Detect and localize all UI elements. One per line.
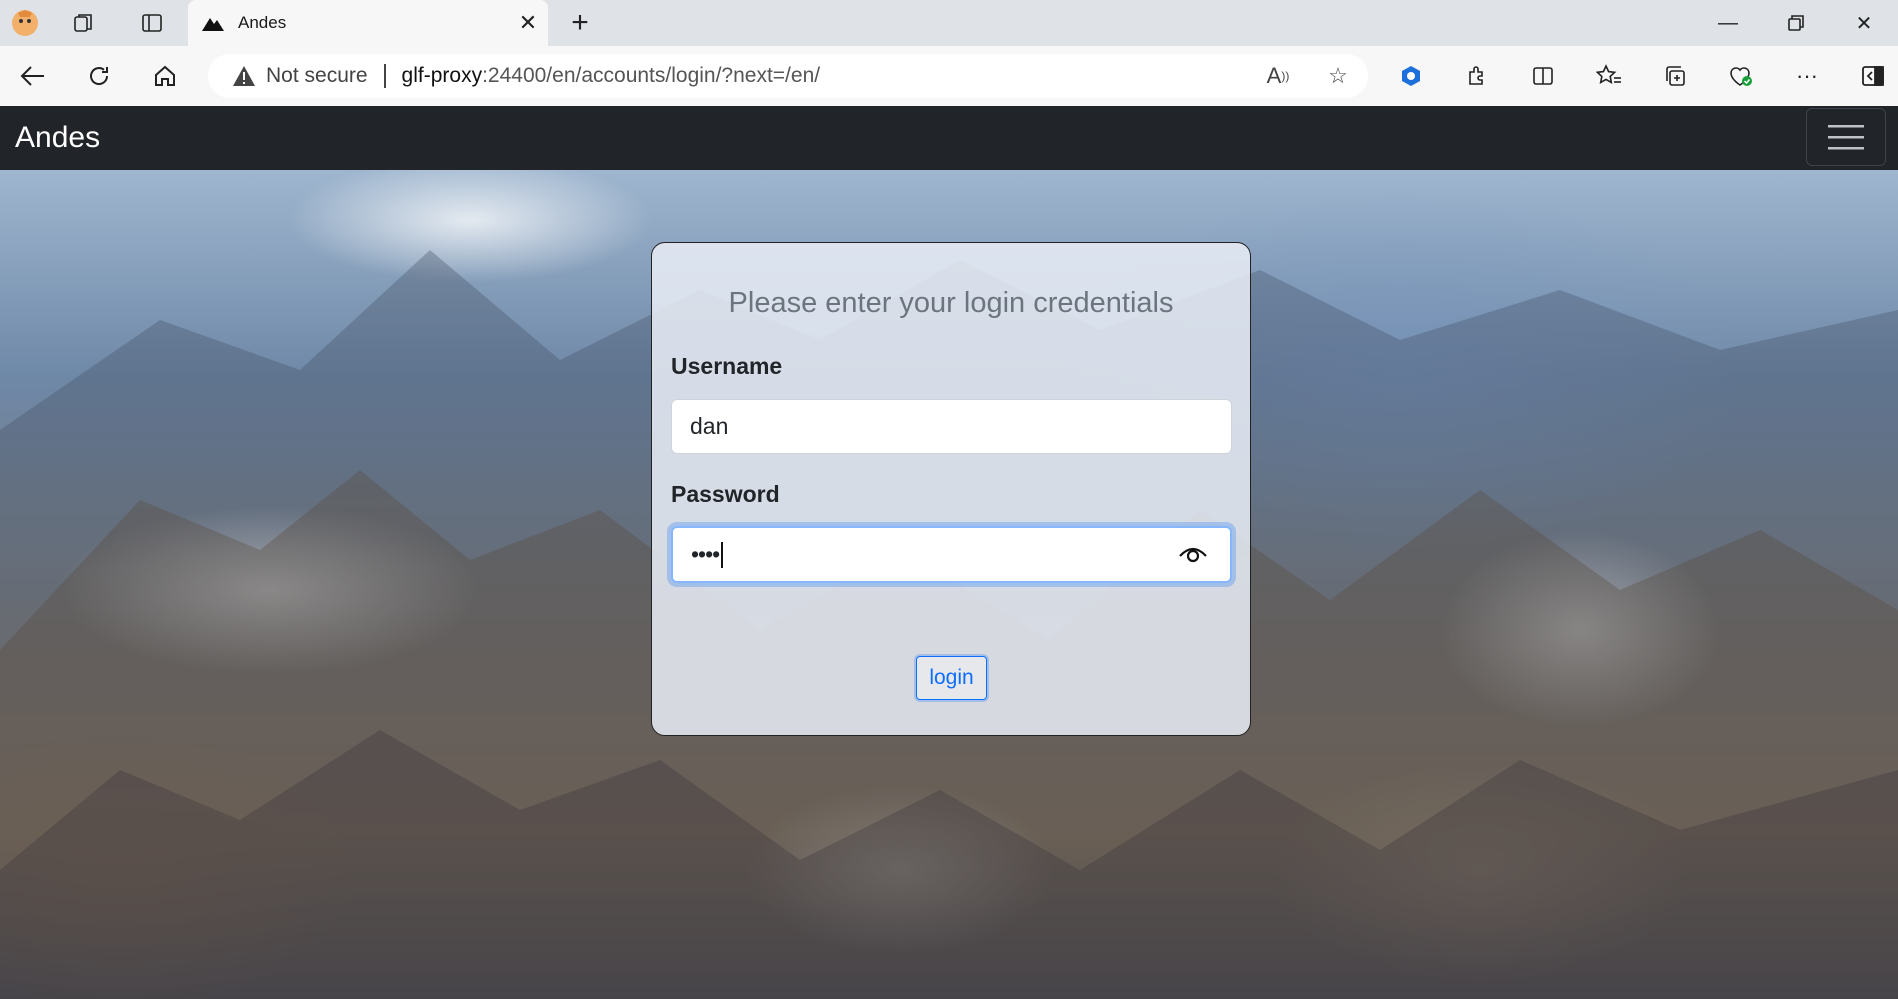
site-navbar: Andes xyxy=(0,106,1898,170)
hamburger-menu-icon xyxy=(1828,125,1864,150)
read-aloud-icon[interactable]: A)) xyxy=(1248,54,1308,98)
navbar-brand[interactable]: Andes xyxy=(15,121,100,155)
navbar-toggler-button[interactable] xyxy=(1806,108,1886,166)
tab-andes[interactable]: Andes ✕ xyxy=(188,0,548,46)
username-label: Username xyxy=(671,353,783,379)
login-button[interactable]: login xyxy=(916,656,987,700)
warning-icon[interactable] xyxy=(232,64,256,88)
username-value: dan xyxy=(690,413,729,439)
url-text[interactable]: glf-proxy:24400/en/accounts/login/?next=… xyxy=(402,64,821,88)
omnibox-actions: A)) ☆ xyxy=(1248,54,1368,98)
restore-icon[interactable] xyxy=(1762,0,1830,46)
refresh-icon[interactable] xyxy=(66,46,132,106)
username-field[interactable]: dan xyxy=(671,399,1232,454)
text-caret xyxy=(721,542,724,569)
mountain-icon xyxy=(202,12,224,34)
vertical-tabs-icon[interactable] xyxy=(118,0,186,46)
browser-health-icon[interactable] xyxy=(1708,46,1774,106)
password-label: Password xyxy=(671,481,780,507)
profile-avatar-icon[interactable] xyxy=(0,0,50,46)
collections-icon[interactable] xyxy=(1642,46,1708,106)
password-field[interactable]: •••• xyxy=(671,526,1232,583)
workspaces-icon[interactable] xyxy=(50,0,118,46)
divider xyxy=(383,64,386,88)
address-bar[interactable]: Not secure glf-proxy:24400/en/accounts/l… xyxy=(208,54,1368,98)
login-card: Please enter your login credentials User… xyxy=(651,242,1251,736)
new-tab-icon[interactable]: + xyxy=(560,0,600,46)
more-options-icon[interactable]: ··· xyxy=(1774,46,1840,106)
password-mask: •••• xyxy=(691,540,720,567)
security-status[interactable]: Not secure xyxy=(266,64,368,88)
favorite-star-icon[interactable]: ☆ xyxy=(1308,54,1368,98)
minimize-icon[interactable]: — xyxy=(1694,0,1762,46)
back-icon[interactable] xyxy=(0,46,66,106)
browser-essentials-icon[interactable] xyxy=(1378,46,1444,106)
window-controls: — ✕ xyxy=(1694,0,1898,46)
show-password-eye-icon[interactable] xyxy=(1178,542,1208,566)
sidebar-toggle-icon[interactable] xyxy=(1840,46,1898,106)
extensions-icon[interactable] xyxy=(1444,46,1510,106)
tab-title: Andes xyxy=(238,13,287,32)
close-window-icon[interactable]: ✕ xyxy=(1830,0,1898,46)
login-heading: Please enter your login credentials xyxy=(728,287,1174,319)
favorites-icon[interactable] xyxy=(1576,46,1642,106)
tab-strip: Andes ✕ + — ✕ xyxy=(0,0,1898,46)
address-toolbar: Not secure glf-proxy:24400/en/accounts/l… xyxy=(0,46,1898,106)
home-icon[interactable] xyxy=(132,46,198,106)
close-tab-icon[interactable]: ✕ xyxy=(508,10,548,36)
split-screen-icon[interactable] xyxy=(1510,46,1576,106)
toolbar-icons: ··· xyxy=(1378,46,1898,106)
